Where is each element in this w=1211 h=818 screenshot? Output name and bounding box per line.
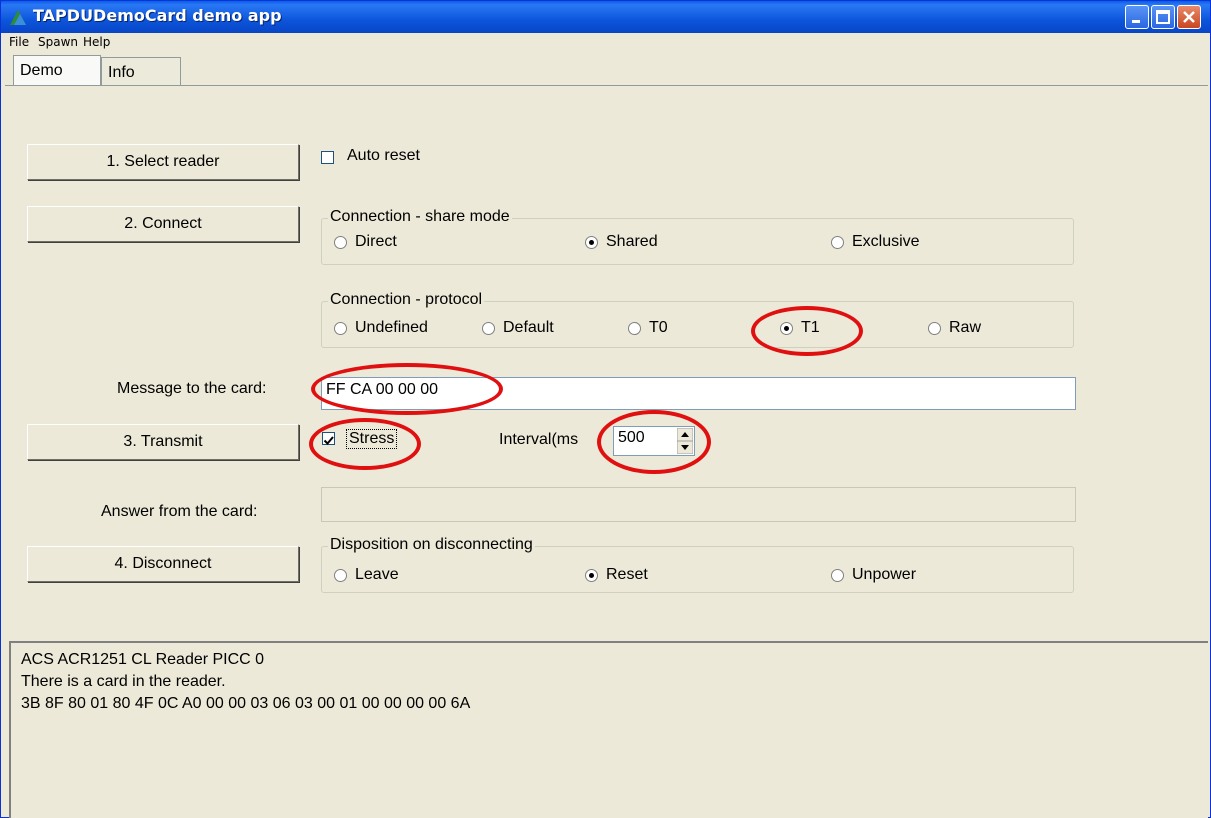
menu-file[interactable]: File xyxy=(9,35,29,49)
disposition-unpower-radio[interactable]: Unpower xyxy=(831,566,916,584)
protocol-undefined-radio[interactable]: Undefined xyxy=(334,319,428,337)
disposition-reset-radio[interactable]: Reset xyxy=(585,566,648,584)
app-window: TAPDUDemoCard demo app File Spawn Help D… xyxy=(0,0,1211,818)
radio-label: Undefined xyxy=(355,319,428,336)
app-icon xyxy=(10,10,26,25)
interval-spinner[interactable] xyxy=(676,427,694,455)
protocol-t0-radio[interactable]: T0 xyxy=(628,319,668,337)
stress-label: Stress xyxy=(346,429,398,449)
protocol-group: Connection - protocol Undefined Default … xyxy=(321,291,1074,348)
disconnect-button[interactable]: 4. Disconnect xyxy=(27,546,299,582)
spin-arrows-icon xyxy=(676,427,694,455)
tab-info[interactable]: Info xyxy=(101,57,181,85)
share-shared-radio[interactable]: Shared xyxy=(585,233,658,251)
radio-indicator xyxy=(585,235,598,249)
protocol-raw-radio[interactable]: Raw xyxy=(928,319,981,337)
tab-divider xyxy=(5,85,1208,86)
radio-label: Exclusive xyxy=(852,233,920,250)
radio-label: Raw xyxy=(949,319,982,336)
connect-button[interactable]: 2. Connect xyxy=(27,206,299,242)
close-icon xyxy=(1183,11,1195,23)
protocol-title: Connection - protocol xyxy=(328,291,485,309)
radio-label: Leave xyxy=(355,566,399,583)
answer-field xyxy=(321,487,1076,522)
interval-label: Interval(ms xyxy=(499,431,579,448)
radio-indicator xyxy=(334,568,347,582)
radio-label: Unpower xyxy=(852,566,917,583)
share-mode-group: Connection - share mode Direct Shared Ex… xyxy=(321,208,1074,265)
menu-bar: File Spawn Help xyxy=(1,33,1210,53)
message-input[interactable]: FF CA 00 00 00 xyxy=(321,377,1076,410)
radio-indicator xyxy=(334,321,347,335)
radio-label: T0 xyxy=(649,319,668,336)
maximize-icon xyxy=(1156,10,1170,24)
protocol-default-radio[interactable]: Default xyxy=(482,319,554,337)
protocol-t1-radio[interactable]: T1 xyxy=(780,319,820,337)
radio-indicator xyxy=(831,235,844,249)
radio-indicator xyxy=(482,321,495,335)
share-mode-title: Connection - share mode xyxy=(328,208,512,226)
log-line: There is a card in the reader. xyxy=(21,673,226,690)
radio-indicator xyxy=(334,235,347,249)
radio-indicator xyxy=(928,321,941,335)
auto-reset-label: Auto reset xyxy=(347,147,420,164)
radio-indicator xyxy=(780,321,793,335)
radio-indicator xyxy=(831,568,844,582)
window-title: TAPDUDemoCard demo app xyxy=(33,6,282,25)
radio-indicator xyxy=(585,568,598,582)
log-line: 3B 8F 80 01 80 4F 0C A0 00 00 03 06 03 0… xyxy=(21,695,471,712)
radio-label: Reset xyxy=(606,566,648,583)
close-button[interactable] xyxy=(1177,5,1201,29)
checkmark-icon xyxy=(323,436,334,445)
answer-label: Answer from the card: xyxy=(101,503,258,520)
radio-label: Default xyxy=(503,319,554,336)
share-direct-radio[interactable]: Direct xyxy=(334,233,397,251)
select-reader-button[interactable]: 1. Select reader xyxy=(27,144,299,180)
menu-spawn[interactable]: Spawn xyxy=(38,35,78,49)
transmit-button[interactable]: 3. Transmit xyxy=(27,424,299,460)
log-panel[interactable]: ACS ACR1251 CL Reader PICC 0 There is a … xyxy=(9,641,1208,818)
minimize-button[interactable] xyxy=(1125,5,1149,29)
minimize-icon xyxy=(1132,20,1140,23)
title-bar[interactable]: TAPDUDemoCard demo app xyxy=(1,1,1210,33)
maximize-button[interactable] xyxy=(1151,5,1175,29)
radio-label: Shared xyxy=(606,233,658,250)
log-line: ACS ACR1251 CL Reader PICC 0 xyxy=(21,651,265,668)
tab-demo[interactable]: Demo xyxy=(13,55,101,85)
menu-help[interactable]: Help xyxy=(83,35,110,49)
disposition-leave-radio[interactable]: Leave xyxy=(334,566,399,584)
radio-label: T1 xyxy=(801,319,820,336)
share-exclusive-radio[interactable]: Exclusive xyxy=(831,233,920,251)
radio-label: Direct xyxy=(355,233,397,250)
message-label: Message to the card: xyxy=(117,380,267,397)
auto-reset-checkbox[interactable] xyxy=(321,151,334,164)
radio-indicator xyxy=(628,321,641,335)
stress-checkbox[interactable] xyxy=(322,432,335,445)
disposition-title: Disposition on disconnecting xyxy=(328,536,535,554)
disposition-group: Disposition on disconnecting Leave Reset… xyxy=(321,536,1074,593)
